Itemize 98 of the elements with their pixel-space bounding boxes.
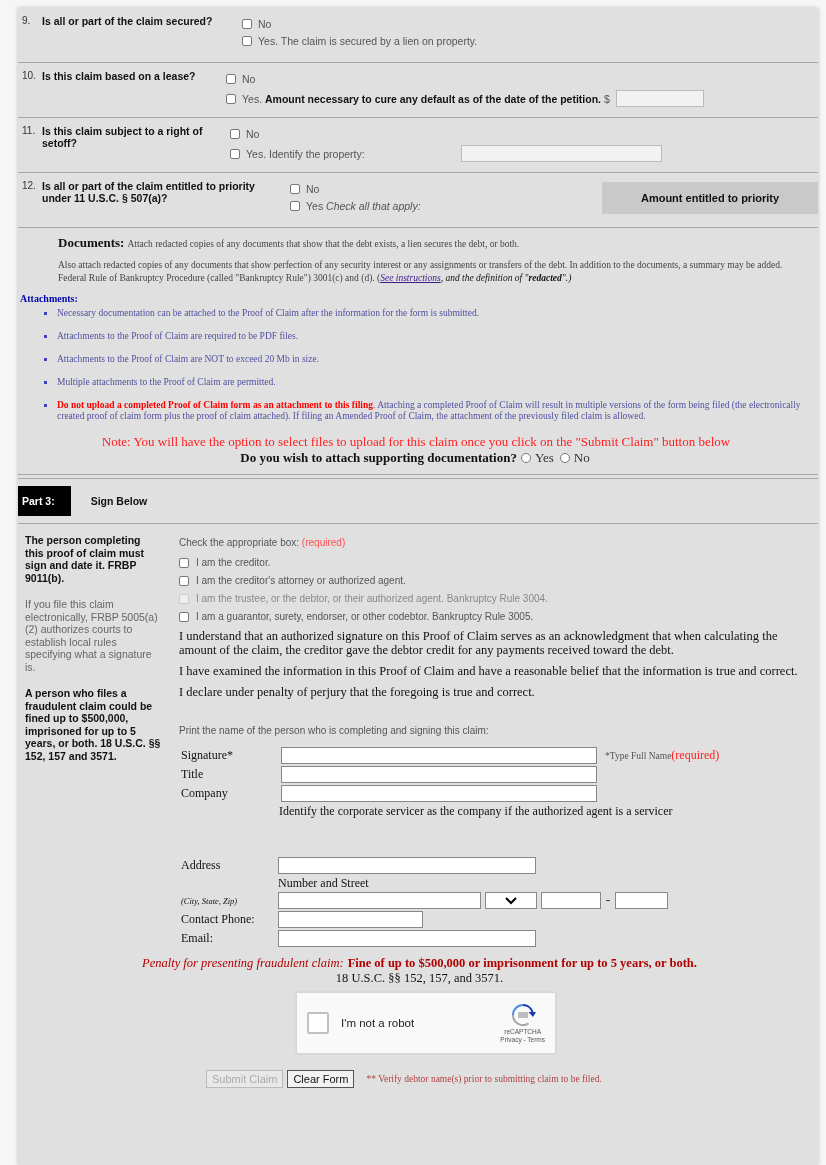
chevron-down-icon	[505, 896, 517, 905]
option-label: No	[258, 18, 272, 30]
field-note: *Type Full Name	[605, 750, 672, 761]
option-label: Yes. Identify the property:	[246, 147, 365, 160]
option-label: I am the trustee, or the debtor, or their authorized agent. Bankruptcy Rule 3004.	[196, 593, 548, 604]
part-title: Sign Below	[90, 495, 148, 507]
section-heading: Attachments:	[20, 293, 79, 304]
captcha-logo-icon	[509, 1003, 536, 1027]
note-text: Note: You will have the option to select files to upload for this claim once you click on the "Submit Claim" button below	[100, 434, 732, 450]
list-item: Attachments to the Proof of Claim are required to be PDF files.	[57, 331, 299, 342]
question-text: Is this claim subject to a right of setoff?	[42, 125, 204, 149]
required-label: (required)	[301, 537, 346, 548]
captcha-checkbox[interactable]	[307, 1012, 329, 1034]
list-item: Necessary documentation can be attached to the Proof of Claim after the information for the form is submitted.	[57, 308, 480, 319]
state-dropdown[interactable]	[485, 892, 537, 909]
field-label: (City, State, Zip)	[181, 895, 239, 906]
question-number: 11.	[22, 125, 37, 136]
bullet-icon	[44, 381, 47, 384]
checkbox[interactable]	[290, 201, 300, 211]
input-field[interactable]	[460, 145, 662, 162]
checkbox[interactable]	[242, 36, 252, 46]
bullet-icon	[44, 312, 47, 315]
option-label: No	[246, 128, 260, 140]
option-label: I am the creditor.	[196, 557, 271, 568]
paragraph: Also attach redacted copies of any documents that show perfection of any security interest or any assignments or transfers of the debt. In addition to the documents, a summary may be added. Federal Rule of Bankruptcy Procedure (called "Bankruptcy Rule") 3001(c) and (d). (See instructions, and the definition of "redacted".)	[58, 259, 784, 285]
question-text: Is all or part of the claim secured?	[42, 15, 214, 27]
question-number: 12.	[22, 180, 37, 191]
radio-button[interactable]	[559, 453, 570, 463]
field-hint: Number and Street	[278, 876, 370, 891]
option-label: Yes	[534, 450, 554, 466]
input-field[interactable]	[281, 785, 597, 802]
paragraph: Attach redacted copies of any documents that show that the debt exists, a lien secures the debt, or both.	[127, 239, 520, 249]
verify-note: ** Verify debtor name(s) prior to submitting claim to be filed.	[366, 1074, 602, 1084]
separator-text: -	[606, 893, 610, 908]
field-label: Contact Phone:	[181, 912, 256, 927]
checkbox[interactable]	[179, 611, 189, 622]
checkbox[interactable]	[230, 129, 240, 139]
checkbox[interactable]	[230, 148, 240, 159]
penalty-label: Penalty for presenting fraudulent claim:	[142, 956, 344, 970]
checkbox[interactable]	[290, 184, 300, 194]
option-label: Yes Check all that apply:	[306, 200, 421, 212]
checkbox[interactable]	[226, 74, 236, 84]
part-badge: Part 3:	[18, 486, 71, 516]
input-field[interactable]	[615, 90, 704, 107]
zip-field[interactable]	[541, 892, 601, 909]
citation-text: 18 U.S.C. §§ 152, 157, and 3571.	[334, 971, 505, 986]
instructions-link[interactable]: See instructions	[380, 273, 441, 283]
input-field[interactable]	[278, 857, 536, 874]
zip-extension-field[interactable]	[615, 892, 668, 909]
statement: I understand that an authorized signature on this Proof of Claim serves as an acknowledgment that when calculating the amount of the claim, the creditor gave the debtor credit for any payments received toward the debt.	[179, 629, 779, 657]
bullet-icon	[44, 358, 47, 361]
field-label: Company	[181, 786, 229, 801]
question-number: 10.	[22, 70, 37, 81]
input-field[interactable]	[281, 766, 597, 783]
captcha-label: I'm not a robot	[341, 1017, 416, 1029]
city-field[interactable]	[278, 892, 481, 909]
question-number: 9.	[22, 15, 32, 26]
input-field[interactable]	[278, 930, 536, 947]
option-label: No	[306, 183, 320, 195]
bullet-icon	[44, 335, 47, 338]
field-label: Email:	[181, 931, 214, 946]
section-heading: Documents:	[58, 235, 125, 250]
field-label: Signature*	[181, 748, 234, 763]
field-label: Address	[181, 858, 222, 873]
radio-button[interactable]	[520, 453, 531, 463]
statement: I declare under penalty of perjury that the foregoing is true and correct.	[179, 685, 536, 699]
required-label: (required)	[671, 748, 720, 763]
question-text: Do you wish to attach supporting documentation?	[240, 450, 517, 466]
option-label: Yes. The claim is secured by a lien on property.	[258, 35, 478, 47]
sidebar-note: A person who files a fraudulent claim could be fined up to $500,000, imprisoned for up to 5 years, or both. 18 U.S.C. §§ 152, 157 and 3571.	[25, 687, 161, 762]
checkbox[interactable]	[179, 557, 189, 568]
option-label: I am a guarantor, surety, endorser, or other codebtor. Bankruptcy Rule 3005.	[196, 611, 534, 622]
bullet-icon	[44, 404, 47, 407]
sidebar-note: The person completing this proof of claim must sign and date it. FRBP 9011(b).	[25, 534, 145, 584]
checkbox[interactable]	[226, 93, 236, 104]
option-label: No	[573, 450, 590, 466]
list-item: Do not upload a completed Proof of Claim form as an attachment to this filing. Attaching a completed Proof of Claim will result in multiple versions of the form being filed (the electronically created proof of claim form plus the proof of claim attached). If filing an Amended Proof of Claim, the attachment of the previously filed claim is allowed.	[57, 400, 802, 422]
field-label: Title	[181, 767, 205, 782]
field-hint: Identify the corporate servicer as the company if the authorized agent is a servicer	[279, 804, 674, 819]
question-text: Is this claim based on a lease?	[42, 70, 197, 82]
question-text: Is all or part of the claim entitled to priority under 11 U.S.C. § 507(a)?	[42, 180, 256, 204]
option-label: Yes. Amount necessary to cure any default as of the date of the petition.	[242, 92, 602, 105]
column-header: Amount entitled to priority	[602, 182, 818, 214]
input-field[interactable]	[281, 747, 597, 764]
currency-sign: $	[604, 92, 610, 105]
form-button[interactable]: Clear Form	[287, 1070, 355, 1088]
list-item: Attachments to the Proof of Claim are NOT to exceed 20 Mb in size.	[57, 354, 320, 365]
checkbox[interactable]	[179, 575, 189, 586]
prompt-text: Print the name of the person who is completing and signing this claim:	[179, 725, 490, 736]
option-label: No	[242, 73, 256, 85]
sidebar-note: If you file this claim electronically, FRBP 5005(a)(2) authorizes courts to establish local rules specifying what a signature is.	[25, 598, 159, 673]
list-item: Multiple attachments to the Proof of Claim are permitted.	[57, 377, 276, 388]
prompt-text: Check the appropriate box:	[179, 537, 301, 548]
checkbox[interactable]	[242, 19, 252, 29]
option-label: I am the creditor's attorney or authorized agent.	[196, 575, 406, 586]
input-field[interactable]	[278, 911, 423, 928]
penalty-text: Fine of up to $500,000 or imprisonment for up to 5 years, or both.	[347, 956, 697, 970]
statement: I have examined the information in this Proof of Claim and have a reasonable belief that the information is true and correct.	[179, 664, 799, 678]
